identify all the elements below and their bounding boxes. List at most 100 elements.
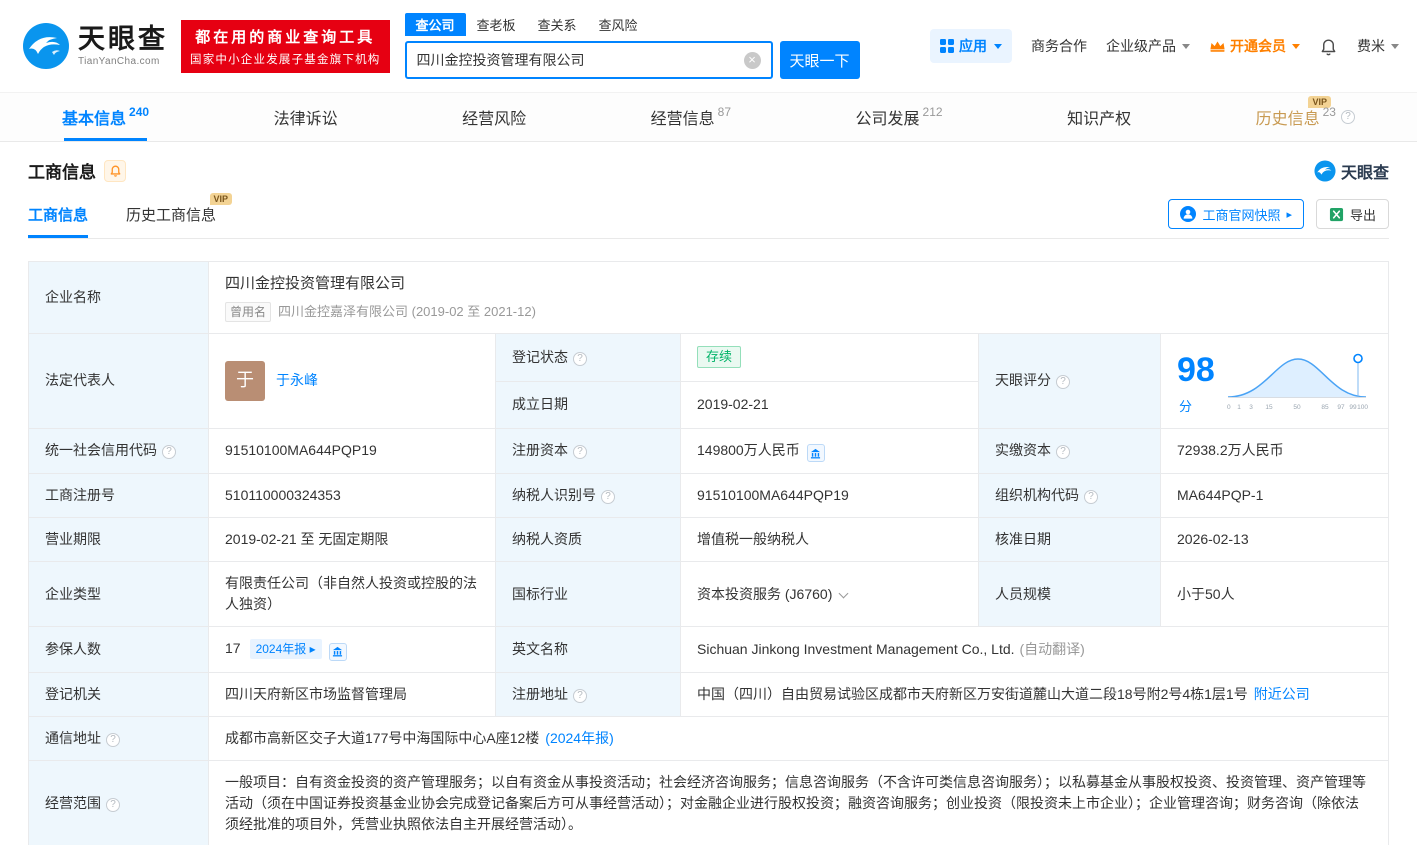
table-row: 统一社会信用代码? 91510100MA644PQP19 注册资本? 14980… (29, 428, 1389, 474)
search-tab-relation[interactable]: 查关系 (527, 13, 588, 36)
tab-intellectual-property[interactable]: 知识产权 (1067, 93, 1131, 141)
score-unit: 分 (1179, 399, 1192, 414)
nav-enterprise-products[interactable]: 企业级产品 (1106, 36, 1190, 56)
apps-menu-button[interactable]: 应用 (930, 29, 1012, 63)
tab-count: 212 (923, 105, 943, 119)
tianyancha-watermark-icon (1314, 160, 1336, 182)
legal-rep-avatar[interactable]: 于 (225, 361, 265, 401)
score-number: 98 分 (1177, 345, 1216, 417)
content: 工商信息 天眼查 工商信息 历史工商信息 VIP (0, 158, 1417, 845)
subtab-history-business-info[interactable]: 历史工商信息 VIP (126, 204, 216, 238)
change-record-icon[interactable] (329, 643, 347, 661)
help-icon[interactable]: ? (601, 490, 615, 504)
table-row: 经营范围? 一般项目：自有资金投资的资产管理服务；以自有资金从事投资活动；社会经… (29, 760, 1389, 845)
apps-grid-icon (940, 39, 954, 53)
subtab-business-info[interactable]: 工商信息 (28, 204, 88, 238)
help-icon[interactable]: ? (106, 733, 120, 747)
search-tab-boss[interactable]: 查老板 (466, 13, 527, 36)
legal-rep-link[interactable]: 于永峰 (276, 370, 318, 391)
search-button[interactable]: 天眼一下 (780, 41, 860, 79)
label-text: 组织机构代码 (995, 487, 1079, 503)
field-value-business-term: 2019-02-21 至 无固定期限 (209, 518, 496, 562)
tianyancha-company-page: 天眼查 TianYanCha.com 都在用的商业查询工具 国家中小企业发展子基… (0, 0, 1417, 845)
field-label-industry: 国标行业 (496, 562, 681, 627)
label-text: 法定代表人 (45, 372, 115, 388)
label-text: 参保人数 (45, 641, 101, 657)
field-label-staff-size: 人员规模 (979, 562, 1161, 627)
export-label: 导出 (1350, 205, 1376, 224)
tab-count: 240 (129, 105, 149, 119)
change-record-icon[interactable] (807, 444, 825, 462)
table-row: 参保人数 172024年报 ▸ 英文名称 Sichuan Jinkong Inv… (29, 627, 1389, 673)
tab-basic-info[interactable]: 基本信息 240 (62, 93, 149, 141)
help-icon[interactable]: ? (573, 689, 587, 703)
field-label-reg-capital: 注册资本? (496, 428, 681, 474)
help-icon[interactable]: ? (162, 445, 176, 459)
help-icon[interactable]: ? (106, 798, 120, 812)
score-value: 98 (1177, 351, 1215, 389)
help-icon[interactable]: ? (1341, 110, 1355, 124)
field-value-taxpayer-id: 91510100MA644PQP19 (681, 474, 979, 518)
tab-operation-risk[interactable]: 经营风险 (462, 93, 526, 141)
clear-search-icon[interactable]: × (744, 52, 761, 69)
field-value-approval-date: 2026-02-13 (1161, 518, 1389, 562)
nav-open-vip-label: 开通会员 (1230, 36, 1286, 56)
field-label-taxpayer-quality: 纳税人资质 (496, 518, 681, 562)
field-value-reg-address: 中国（四川）自由贸易试验区成都市天府新区万安街道麓山大道二段18号附2号4栋1层… (681, 672, 1389, 716)
field-label-reg-address: 注册地址? (496, 672, 681, 716)
tianyancha-logo[interactable]: 天眼查 TianYanCha.com (22, 22, 168, 70)
field-label-mail-address: 通信地址? (29, 716, 209, 760)
table-row: 登记机关 四川天府新区市场监督管理局 注册地址? 中国（四川）自由贸易试验区成都… (29, 672, 1389, 716)
annual-report-badge[interactable]: 2024年报 ▸ (250, 639, 322, 659)
subscribe-bell-icon[interactable] (104, 160, 126, 182)
nav-open-vip[interactable]: 开通会员 (1209, 36, 1300, 56)
value-text: Sichuan Jinkong Investment Management Co… (697, 641, 1015, 657)
apps-menu-label: 应用 (959, 36, 987, 56)
tianyancha-watermark: 天眼查 (1314, 159, 1389, 183)
field-label-reg-authority: 登记机关 (29, 672, 209, 716)
label-text: 登记机关 (45, 686, 101, 702)
label-text: 英文名称 (512, 641, 568, 657)
help-icon[interactable]: ? (1084, 490, 1098, 504)
svg-text:50: 50 (1293, 404, 1301, 411)
value-text: 中国（四川）自由贸易试验区成都市天府新区万安街道麓山大道二段18号附2号4栋1层… (697, 686, 1248, 702)
search-tab-risk[interactable]: 查风险 (588, 13, 649, 36)
notifications-bell-icon[interactable] (1319, 37, 1338, 56)
tab-operation-info[interactable]: 经营信息 87 (651, 93, 731, 141)
field-label-credit-code: 统一社会信用代码? (29, 428, 209, 474)
main-tabs: 基本信息 240 法律诉讼 经营风险 经营信息 87 公司发展 212 知识产权… (0, 92, 1417, 142)
tab-legal-proceedings[interactable]: 法律诉讼 (274, 93, 338, 141)
label-text: 统一社会信用代码 (45, 442, 157, 458)
annual-report-link[interactable]: (2024年报) (545, 730, 613, 746)
search-tab-company[interactable]: 查公司 (405, 13, 466, 36)
table-row: 工商注册号 510110000324353 纳税人识别号? 91510100MA… (29, 474, 1389, 518)
field-label-taxpayer-id: 纳税人识别号? (496, 474, 681, 518)
svg-text:99: 99 (1349, 404, 1357, 411)
field-label-business-scope: 经营范围? (29, 760, 209, 845)
nav-user-menu[interactable]: 费米 (1357, 36, 1399, 56)
help-icon[interactable]: ? (573, 352, 587, 366)
label-text: 注册资本 (512, 442, 568, 458)
value-text: 资本投资服务 (J6760) (697, 586, 832, 602)
nearby-companies-link[interactable]: 附近公司 (1254, 686, 1310, 702)
score-distribution-chart: 0 1 3 15 50 85 97 99 100 (1222, 349, 1372, 413)
help-icon[interactable]: ? (1056, 445, 1070, 459)
help-icon[interactable]: ? (573, 445, 587, 459)
official-snapshot-button[interactable]: 工商官网快照 ▸ (1168, 199, 1304, 229)
tab-company-development[interactable]: 公司发展 212 (856, 93, 943, 141)
label-text: 注册地址 (512, 686, 568, 702)
search-input[interactable] (417, 52, 744, 68)
field-label-org-code: 组织机构代码? (979, 474, 1161, 518)
promo-banner: 都在用的商业查询工具 国家中小企业发展子基金旗下机构 (181, 20, 390, 73)
chevron-down-icon[interactable] (839, 588, 849, 598)
field-label-english-name: 英文名称 (496, 627, 681, 673)
field-value-credit-code: 91510100MA644PQP19 (209, 428, 496, 474)
field-value-reg-capital: 149800万人民币 (681, 428, 979, 474)
field-value-score: 98分 0 1 3 15 (1161, 333, 1389, 428)
tab-history-info[interactable]: VIP 历史信息 23 ? (1256, 93, 1355, 141)
business-info-table: 企业名称 四川金控投资管理有限公司 曾用名 四川金控嘉泽有限公司 (2019-0… (28, 261, 1389, 845)
export-button[interactable]: 导出 (1316, 199, 1389, 229)
field-label-company-type: 企业类型 (29, 562, 209, 627)
help-icon[interactable]: ? (1056, 375, 1070, 389)
nav-business-cooperation[interactable]: 商务合作 (1031, 36, 1087, 56)
